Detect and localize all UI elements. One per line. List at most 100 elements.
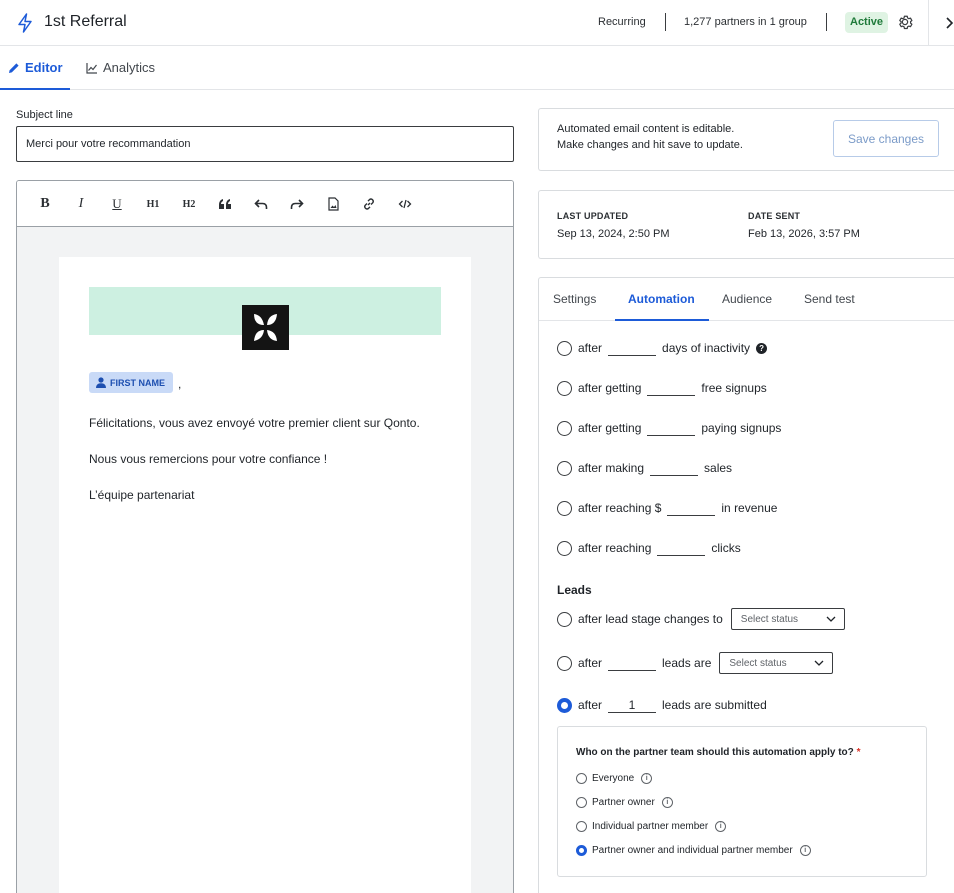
edit-notice-card: Automated email content is editable. Mak…: [538, 108, 954, 171]
tab-editor[interactable]: Editor: [8, 60, 63, 75]
tab-send-test[interactable]: Send test: [804, 292, 855, 306]
apply-option-partner-owner[interactable]: Partner owner i: [576, 797, 673, 808]
trigger-text: after making: [578, 461, 645, 475]
pencil-icon: [9, 62, 19, 73]
blockquote-button[interactable]: [215, 194, 235, 214]
insert-link-button[interactable]: [359, 194, 379, 214]
trigger-lead-stage[interactable]: after lead stage changes to Select statu…: [557, 608, 845, 630]
save-changes-button[interactable]: Save changes: [833, 120, 939, 157]
insert-image-button[interactable]: [323, 194, 343, 214]
status-badge: Active: [845, 12, 889, 33]
trigger-text: paying signups: [701, 421, 782, 435]
subject-input[interactable]: [16, 126, 514, 162]
email-canvas[interactable]: FIRST NAME , Félicitations, vous avez en…: [59, 257, 471, 893]
apply-option-owner-and-member[interactable]: Partner owner and individual partner mem…: [576, 845, 811, 856]
first-name-merge-tag[interactable]: FIRST NAME: [89, 372, 173, 393]
chevron-down-icon: [826, 616, 836, 622]
bolt-icon: [18, 13, 32, 33]
trigger-leads-are[interactable]: after leads are Select status: [557, 652, 834, 674]
apply-radio[interactable]: [576, 797, 587, 808]
trigger-free-signups[interactable]: after getting free signups: [557, 378, 767, 398]
email-editor: B I U H1 H2 FIRST NAME , Félicitations, …: [16, 180, 514, 893]
trigger-leads-submitted[interactable]: after 1 leads are submitted: [557, 695, 767, 715]
info-icon[interactable]: i: [661, 797, 673, 808]
trigger-text: in revenue: [721, 501, 778, 515]
tab-automation[interactable]: Automation: [628, 292, 695, 306]
redo-icon: [290, 199, 304, 209]
trigger-text: after getting: [578, 381, 642, 395]
trigger-text: after lead stage changes to: [578, 612, 723, 626]
trigger-radio[interactable]: [557, 540, 572, 556]
gear-icon[interactable]: [896, 13, 914, 31]
trigger-sales[interactable]: after making sales: [557, 458, 732, 478]
apply-radio[interactable]: [576, 821, 587, 832]
trigger-revenue[interactable]: after reaching $ in revenue: [557, 498, 777, 518]
italic-button[interactable]: I: [71, 194, 91, 214]
apply-radio[interactable]: [576, 773, 587, 784]
trigger-paying-signups[interactable]: after getting paying signups: [557, 418, 781, 438]
sales-input[interactable]: [650, 460, 699, 476]
header-divider: [826, 13, 827, 31]
clicks-input[interactable]: [657, 540, 706, 556]
submitted-count-input[interactable]: 1: [608, 697, 657, 713]
heading2-button[interactable]: H2: [179, 194, 199, 214]
trigger-text: leads are: [662, 656, 712, 670]
apply-radio-selected[interactable]: [576, 845, 587, 856]
info-icon[interactable]: i: [641, 773, 653, 784]
trigger-radio-selected[interactable]: [557, 697, 572, 713]
heading1-button[interactable]: H1: [143, 194, 163, 214]
trigger-inactivity[interactable]: after days of inactivity ?: [557, 338, 768, 358]
days-input[interactable]: [608, 340, 657, 356]
info-icon[interactable]: i: [799, 845, 811, 856]
trigger-radio[interactable]: [557, 611, 572, 627]
trigger-text: after reaching: [578, 541, 652, 555]
bold-button[interactable]: B: [35, 194, 55, 214]
revenue-input[interactable]: [667, 500, 716, 516]
leads-count-input[interactable]: [608, 655, 657, 671]
apply-option-everyone[interactable]: Everyone i: [576, 773, 653, 784]
code-view-button[interactable]: [395, 194, 415, 214]
tab-settings[interactable]: Settings: [553, 292, 596, 306]
chevron-right-icon[interactable]: [944, 14, 954, 32]
tab-analytics[interactable]: Analytics: [86, 60, 155, 75]
tab-analytics-label: Analytics: [103, 60, 156, 75]
info-icon[interactable]: i: [715, 821, 727, 832]
meta-card: LAST UPDATED Sep 13, 2024, 2:50 PM DATE …: [538, 190, 954, 259]
free-signups-input[interactable]: [647, 380, 696, 396]
header-divider: [928, 0, 929, 46]
lead-stage-select[interactable]: Select status: [730, 608, 845, 630]
trigger-text: days of inactivity: [662, 341, 751, 355]
required-marker: *: [856, 747, 861, 758]
active-tab-indicator: [615, 319, 709, 321]
underline-button[interactable]: U: [107, 194, 127, 214]
trigger-radio[interactable]: [557, 655, 572, 671]
trigger-radio[interactable]: [557, 420, 572, 436]
heading2-icon: H2: [182, 198, 196, 210]
automation-card: Settings Automation Audience Send test a…: [538, 277, 954, 893]
quote-icon: [219, 199, 231, 209]
help-icon[interactable]: ?: [756, 342, 768, 354]
apply-option-individual-member[interactable]: Individual partner member i: [576, 821, 727, 832]
trigger-clicks[interactable]: after reaching clicks: [557, 538, 741, 558]
redo-button[interactable]: [287, 194, 307, 214]
italic-icon: I: [78, 196, 84, 211]
paying-signups-input[interactable]: [647, 420, 696, 436]
brand-logo-icon: [242, 305, 289, 350]
trigger-radio[interactable]: [557, 340, 572, 356]
subject-label: Subject line: [16, 109, 73, 121]
trigger-radio[interactable]: [557, 500, 572, 516]
tab-audience[interactable]: Audience: [722, 292, 772, 306]
trigger-radio[interactable]: [557, 380, 572, 396]
undo-button[interactable]: [251, 194, 271, 214]
chevron-down-icon: [814, 660, 824, 666]
trigger-text: after: [578, 656, 603, 670]
trigger-text: sales: [704, 461, 733, 475]
notice-line-2: Make changes and hit save to update.: [557, 139, 743, 151]
trigger-radio[interactable]: [557, 460, 572, 476]
leads-status-select[interactable]: Select status: [719, 652, 834, 674]
trigger-text: after: [578, 341, 603, 355]
bold-icon: B: [40, 196, 50, 211]
select-placeholder: Select status: [729, 657, 787, 669]
apply-option-label: Partner owner: [592, 797, 655, 808]
settings-tabs: Settings Automation Audience Send test: [539, 278, 954, 321]
